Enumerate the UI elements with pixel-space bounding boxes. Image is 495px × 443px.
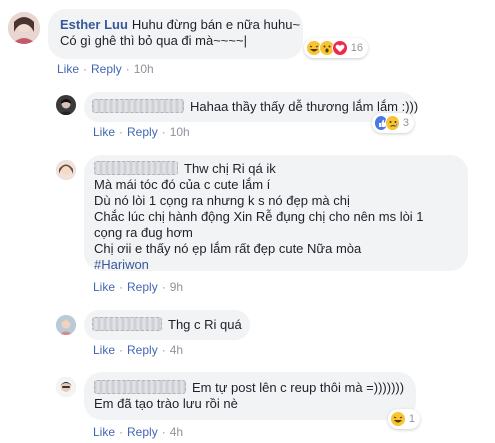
comment-time[interactable]: 10h	[170, 125, 190, 139]
comment-actions: Like · Reply · 9h	[93, 280, 184, 294]
comment-time[interactable]: 4h	[170, 425, 183, 439]
hidden-author-name[interactable]	[92, 317, 162, 331]
comment-actions: Like · Reply · 4h	[93, 343, 184, 357]
avatar-reply-author[interactable]	[56, 160, 76, 180]
comment-text: Huhu đừng bán e nữa huhu~	[131, 17, 301, 32]
comment-text: Em tự post lên c reup thôi mà =)))))))	[192, 380, 405, 395]
comment-time[interactable]: 9h	[170, 280, 183, 294]
love-icon	[331, 40, 348, 56]
avatar-reply-author[interactable]	[56, 315, 76, 335]
avatar-esther-luu[interactable]	[8, 12, 40, 44]
reply-button[interactable]: Reply	[127, 125, 158, 139]
comment-text: Mà mái tóc đó của c cute lắm í	[94, 177, 271, 192]
comment-time[interactable]: 10h	[134, 62, 154, 76]
reaction-summary[interactable]: 3	[372, 113, 414, 133]
comment-text: Chắc lúc chị hành động Xin Rễ đụng chị c…	[94, 209, 424, 224]
avatar-reply-author[interactable]	[56, 377, 76, 397]
comment-bubble: Thw chị Ri qá ik Mà mái tóc đó của c cut…	[84, 155, 468, 272]
haha-icon	[390, 411, 406, 427]
comment-text: Em đã tạo trào lưu rồi nè	[94, 396, 238, 411]
hashtag-link[interactable]: #Hariwon	[94, 257, 149, 272]
comment-actions: Like · Reply · 10h	[57, 62, 154, 76]
comment-text: Có gì ghê thì bỏ qua đi mà~~~~|	[60, 33, 247, 48]
comment-text: Hahaa thầy thấy dễ thương lắm lắm :)))	[190, 99, 419, 114]
like-button[interactable]: Like	[93, 125, 115, 139]
like-button[interactable]: Like	[57, 62, 79, 76]
reaction-summary[interactable]: 16	[304, 38, 368, 58]
comment-time[interactable]: 4h	[170, 343, 183, 357]
avatar-reply-author[interactable]	[56, 95, 76, 115]
reply-button[interactable]: Reply	[127, 280, 158, 294]
reaction-count: 1	[408, 413, 415, 425]
sad-icon	[385, 115, 400, 131]
comment-text: Dù nó lòi 1 cọng ra nhưng k s nó đẹp mà …	[94, 193, 350, 208]
comment-bubble: Thg c Ri quá	[84, 310, 250, 340]
like-button[interactable]: Like	[93, 280, 115, 294]
comment-bubble: Hahaa thầy thấy dễ thương lắm lắm :)))	[84, 92, 419, 122]
comment-text: Thg c Ri quá	[168, 317, 242, 332]
hidden-author-name[interactable]	[94, 380, 186, 394]
like-button[interactable]: Like	[93, 425, 115, 439]
comment-bubble: Em tự post lên c reup thôi mà =))))))) E…	[84, 372, 416, 420]
reaction-summary[interactable]: 1	[388, 409, 420, 429]
reply-button[interactable]: Reply	[127, 425, 158, 439]
reaction-count: 3	[402, 117, 409, 129]
reply-button[interactable]: Reply	[91, 62, 122, 76]
comment-bubble: Esther Luu Huhu đừng bán e nữa huhu~ Có g…	[48, 9, 303, 59]
comment-author[interactable]: Esther Luu	[60, 17, 128, 32]
reply-button[interactable]: Reply	[127, 343, 158, 357]
hidden-author-name[interactable]	[92, 99, 184, 113]
comment-text: Thw chị Ri qá ik	[184, 161, 276, 176]
reaction-count: 16	[350, 42, 364, 54]
comment-actions: Like · Reply · 10h	[93, 125, 190, 139]
like-button[interactable]: Like	[93, 343, 115, 357]
comment-text: cọng ra đug hơm	[94, 225, 193, 240]
hidden-author-name[interactable]	[94, 161, 178, 175]
comment-text: Chị ơii e thấy nó ẹp lắm rất đẹp cute Nữ…	[94, 241, 362, 256]
comment-actions: Like · Reply · 4h	[93, 425, 184, 439]
